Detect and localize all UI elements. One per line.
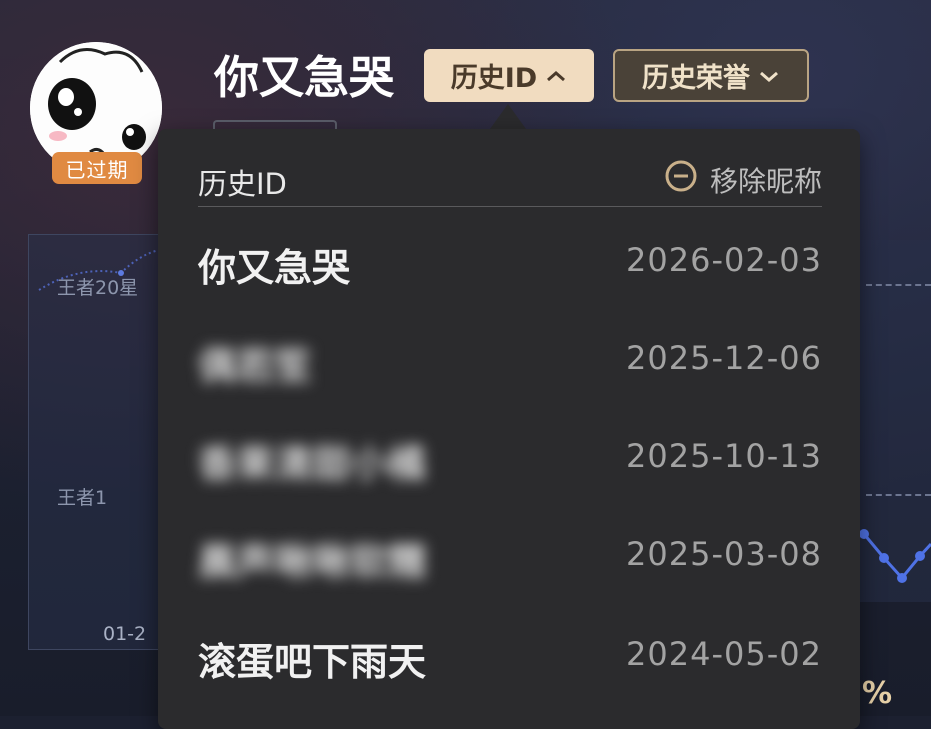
history-honor-label: 历史荣誉 [642,63,750,94]
history-id-date: 2025-03-08 [626,535,822,573]
history-id-name: 香果清甜小橘 [198,442,427,486]
minus-circle-icon [664,159,698,200]
chart-label-top: 王者20星 [57,277,139,299]
history-id-name: 你又急哭 [198,246,351,290]
history-id-name: 晨声啾啾软糯 [198,540,427,584]
history-id-name: 偶若笙 [198,344,313,388]
history-id-label: 历史ID [450,63,538,94]
history-id-row: 滚蛋吧下雨天 2024-05-02 [198,623,822,684]
history-id-date: 2026-02-03 [626,241,822,279]
history-id-date: 2024-05-02 [626,635,822,673]
history-id-date: 2025-12-06 [626,339,822,377]
chart-label-date: 01-2 [103,623,147,645]
chart-series-line [859,529,931,583]
popup-pointer [490,104,526,129]
chart-label-mid: 王者1 [57,487,108,509]
username: 你又急哭 [214,51,395,104]
popup-header: 历史ID 移除昵称 [198,157,822,207]
remove-nickname-label: 移除昵称 [709,164,822,198]
history-id-row: 偶若笙 2025-12-06 [198,327,822,388]
history-id-date: 2025-10-13 [626,437,822,475]
history-id-row: 你又急哭 2026-02-03 [198,229,822,290]
rank-chart-right [858,240,931,602]
expired-badge: 已过期 [52,152,142,184]
history-id-name: 滚蛋吧下雨天 [198,640,427,684]
history-id-row: 晨声啾啾软糯 2025-03-08 [198,523,822,584]
percent-partial: % [862,676,893,711]
remove-nickname-button[interactable]: 移除昵称 [664,159,822,200]
history-honor-button[interactable]: 历史荣誉 [613,49,809,102]
history-id-popup: 历史ID 移除昵称 你又急哭 2026-02-03 偶若笙 2025-12-06… [158,129,860,729]
history-id-button[interactable]: 历史ID [424,49,594,102]
chevron-up-icon [545,69,567,83]
chevron-down-icon [758,69,780,83]
history-id-row: 香果清甜小橘 2025-10-13 [198,425,822,486]
popup-title: 历史ID [198,167,287,201]
